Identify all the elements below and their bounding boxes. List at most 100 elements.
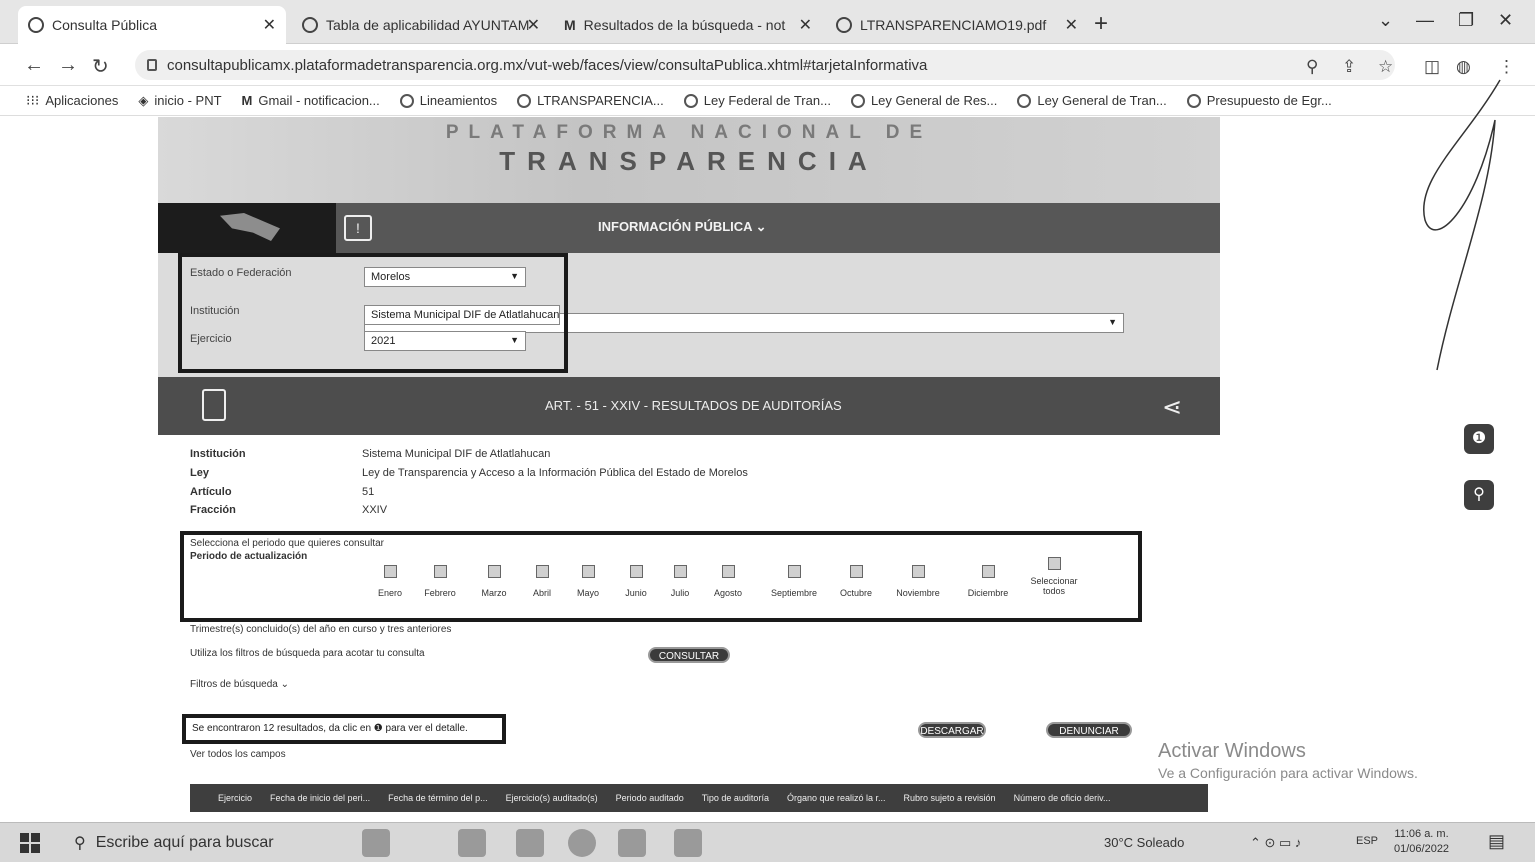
tab-pdf[interactable]: LTRANSPARENCIAMO19.pdf ✕ xyxy=(826,6,1088,44)
info-label-articulo: Artículo xyxy=(190,486,232,498)
bookmark-ley-general-tran[interactable]: Ley General de Tran... xyxy=(1017,93,1167,108)
windows-start-button[interactable] xyxy=(20,833,40,853)
window-close-button[interactable]: ✕ xyxy=(1498,10,1513,31)
close-icon[interactable]: ✕ xyxy=(1065,15,1078,35)
tab-resultados-busqueda[interactable]: M Resultados de la búsqueda - not ✕ xyxy=(554,6,822,44)
close-icon[interactable]: ✕ xyxy=(527,15,540,35)
star-icon[interactable]: ☆ xyxy=(1378,57,1393,77)
institucion-select[interactable]: Sistema Municipal DIF de Atlatlahucan xyxy=(364,305,560,325)
forward-button[interactable]: → xyxy=(58,54,78,77)
mexico-logo[interactable] xyxy=(158,203,336,253)
checkbox[interactable] xyxy=(581,565,595,578)
bookmark-presupuesto[interactable]: Presupuesto de Egr... xyxy=(1186,93,1332,108)
chevron-down-icon[interactable]: ⌄ xyxy=(1378,10,1393,31)
taskbar-app-explorer[interactable] xyxy=(458,829,486,857)
month-diciembre[interactable]: Diciembre xyxy=(948,565,1028,598)
checkbox[interactable] xyxy=(911,565,925,578)
column-header[interactable]: Rubro sujeto a revisión xyxy=(904,793,996,803)
taskbar-clock[interactable]: 11:06 a. m. 01/06/2022 xyxy=(1394,827,1449,857)
globe-icon xyxy=(836,17,852,33)
checkbox[interactable] xyxy=(1047,557,1061,570)
share-page-icon[interactable]: ⇪ xyxy=(1342,57,1356,77)
language-indicator[interactable]: ESP xyxy=(1356,835,1378,847)
checkbox[interactable] xyxy=(787,565,801,578)
new-tab-button[interactable]: + xyxy=(1094,10,1108,38)
bookmarks-bar: ⁝⁝⁝ Aplicaciones ◈ inicio - PNT M Gmail - n… xyxy=(0,86,1535,116)
site-nav: ! INFORMACIÓN PÚBLICA ⌄ xyxy=(158,203,1220,253)
column-header[interactable]: Ejercicio xyxy=(218,793,252,803)
bookmark-gmail[interactable]: M Gmail - notificacion... xyxy=(242,93,380,108)
month-noviembre[interactable]: Noviembre xyxy=(878,565,958,598)
info-label-ley: Ley xyxy=(190,467,209,479)
url-input[interactable]: consultapublicamx.plataformadetransparen… xyxy=(135,50,1395,80)
close-icon[interactable]: ✕ xyxy=(799,15,812,35)
taskbar-app-folder[interactable] xyxy=(516,829,544,857)
ejercicio-select[interactable]: 2021 ▼ xyxy=(364,331,526,351)
reload-button[interactable]: ↻ xyxy=(92,54,109,79)
tab-consulta-publica[interactable]: Consulta Pública ✕ xyxy=(18,6,286,44)
restore-button[interactable]: ❐ xyxy=(1458,10,1474,31)
bookmark-ley-federal[interactable]: Ley Federal de Tran... xyxy=(683,93,831,108)
taskbar-search-placeholder: Escribe aquí para buscar xyxy=(95,834,274,851)
bookmark-inicio-pnt[interactable]: ◈ inicio - PNT xyxy=(138,93,221,109)
column-header[interactable]: Número de oficio deriv... xyxy=(1014,793,1111,803)
globe-icon xyxy=(302,17,318,33)
share-icon[interactable]: ⋖ xyxy=(1162,393,1182,422)
info-value-fraccion: XXIV xyxy=(362,504,388,516)
checkbox[interactable] xyxy=(721,565,735,578)
checkbox[interactable] xyxy=(487,565,501,578)
browser-tabbar: Consulta Pública ✕ Tabla de aplicabilida… xyxy=(0,0,1535,44)
tray-icons[interactable]: ⌃ ⊙ ▭ ♪ xyxy=(1250,835,1301,851)
taskbar-app-chrome[interactable] xyxy=(568,829,596,857)
tab-label: Resultados de la búsqueda - not xyxy=(583,17,786,33)
close-icon[interactable]: ✕ xyxy=(263,15,276,35)
taskbar-search[interactable]: ⚲ Escribe aquí para buscar xyxy=(60,823,350,862)
checkbox[interactable] xyxy=(383,565,397,578)
checkbox[interactable] xyxy=(981,565,995,578)
denunciar-button[interactable]: DENUNCIAR xyxy=(1046,722,1132,738)
weather-status[interactable]: 30°C Soleado xyxy=(1104,835,1184,850)
checkbox[interactable] xyxy=(433,565,447,578)
checkbox[interactable] xyxy=(849,565,863,578)
column-header[interactable]: Órgano que realizó la r... xyxy=(787,793,886,803)
zoom-icon[interactable]: ⚲ xyxy=(1306,57,1318,77)
activate-title: Activar Windows xyxy=(1158,740,1306,762)
globe-icon xyxy=(517,93,532,108)
estado-select[interactable]: Morelos ▼ xyxy=(364,267,526,287)
column-header[interactable]: Fecha de término del p... xyxy=(388,793,488,803)
info-value-institucion: Sistema Municipal DIF de Atlatlahucan xyxy=(362,448,551,460)
column-header[interactable]: Periodo auditado xyxy=(616,793,684,803)
taskbar-app-excel[interactable] xyxy=(618,829,646,857)
checkbox[interactable] xyxy=(673,565,687,578)
filtros-busqueda-toggle[interactable]: Filtros de búsqueda ⌄ xyxy=(190,679,289,690)
bookmark-ley-general-res[interactable]: Ley General de Res... xyxy=(850,93,997,108)
column-header[interactable]: Fecha de inicio del peri... xyxy=(270,793,370,803)
section-title: ART. - 51 - XXIV - RESULTADOS DE AUDITOR… xyxy=(545,398,842,413)
institucion-label: Institución xyxy=(190,305,240,317)
checkbox[interactable] xyxy=(535,565,549,578)
tab-tabla-aplicabilidad[interactable]: Tabla de aplicabilidad AYUNTAM ✕ xyxy=(292,6,550,44)
select-all[interactable]: Seleccionar todos xyxy=(1022,557,1086,596)
seal-icon xyxy=(850,93,865,108)
bookmark-ltransparencia[interactable]: LTRANSPARENCIA... xyxy=(517,93,664,108)
descargar-button[interactable]: DESCARGAR xyxy=(918,722,986,738)
taskbar-app-widget[interactable] xyxy=(362,829,390,857)
info-label-institucion: Institución xyxy=(190,448,246,460)
bookmark-apps[interactable]: ⁝⁝⁝ Aplicaciones xyxy=(26,92,118,109)
notification-icon[interactable]: ▤ xyxy=(1488,831,1505,852)
globe-icon xyxy=(28,17,44,33)
handwritten-mark xyxy=(1422,79,1501,371)
informacion-publica-menu[interactable]: INFORMACIÓN PÚBLICA ⌄ xyxy=(598,219,767,235)
address-bar-row: ← → ↻ consultapublicamx.plataformadetran… xyxy=(0,44,1535,86)
bookmark-lineamientos[interactable]: Lineamientos xyxy=(399,93,497,108)
info-icon[interactable]: ❶ xyxy=(1464,424,1494,454)
minimize-button[interactable]: — xyxy=(1416,10,1434,31)
zoom-icon[interactable]: ⚲ xyxy=(1464,480,1494,510)
ver-todos-link[interactable]: Ver todos los campos xyxy=(190,749,286,760)
consultar-button[interactable]: CONSULTAR xyxy=(648,647,730,663)
taskbar-app-word[interactable] xyxy=(674,829,702,857)
column-header[interactable]: Tipo de auditoría xyxy=(702,793,769,803)
login-icon[interactable]: ! xyxy=(344,215,372,241)
back-button[interactable]: ← xyxy=(24,54,44,77)
column-header[interactable]: Ejercicio(s) auditado(s) xyxy=(506,793,598,803)
